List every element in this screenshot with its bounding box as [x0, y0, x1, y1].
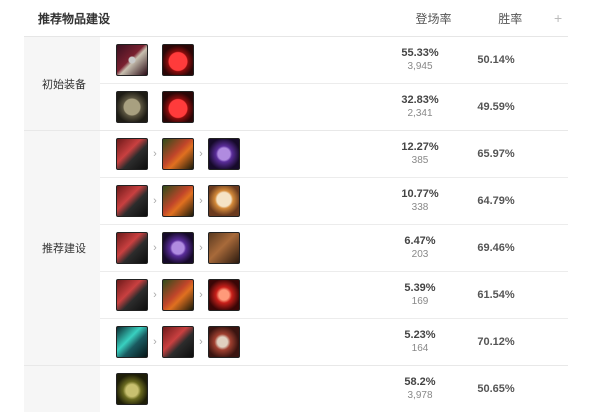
black-cleaver-icon[interactable] [116, 185, 148, 217]
boots-icon[interactable] [116, 373, 148, 405]
chevron-right-icon: › [199, 336, 203, 348]
build-row[interactable]: › › 5.39% 169 61.54% [100, 272, 568, 319]
pick-rate: 5.23% [404, 329, 436, 341]
section-label: 初始装备 [24, 37, 100, 130]
game-count: 3,978 [407, 390, 433, 401]
pick-rate: 5.39% [404, 282, 436, 294]
build-row[interactable]: 58.2% 3,978 50.65% [100, 366, 568, 412]
panel-title: 推荐物品建设 [38, 11, 111, 26]
chevron-right-icon: › [199, 148, 203, 160]
game-count: 2,341 [407, 108, 433, 119]
chevron-right-icon: › [199, 195, 203, 207]
win-rate: 69.46% [477, 242, 515, 254]
win-rate: 61.54% [477, 289, 515, 301]
black-cleaver-icon[interactable] [162, 326, 194, 358]
build-row[interactable]: › › 6.47% 203 69.46% [100, 225, 568, 272]
armor-item-icon[interactable] [208, 138, 240, 170]
chevron-right-icon: › [153, 242, 157, 254]
build-row[interactable]: 32.83% 2,341 49.59% [100, 84, 568, 130]
table-header: 推荐物品建设 登场率 胜率 + [24, 0, 568, 37]
game-count: 3,945 [407, 61, 433, 72]
item-build-panel: 推荐物品建设 登场率 胜率 + 初始装备 55.33% 3,945 50.14% [24, 0, 568, 412]
win-rate: 50.65% [477, 383, 515, 395]
game-count: 385 [411, 155, 429, 166]
health-potion-icon[interactable] [162, 91, 194, 123]
guardian-angel-icon[interactable] [208, 185, 240, 217]
pick-rate-header[interactable]: 登场率 [395, 10, 473, 27]
win-rate: 64.79% [477, 195, 515, 207]
pick-rate: 10.77% [401, 188, 439, 200]
armor-item-icon[interactable] [162, 232, 194, 264]
game-count: 169 [411, 296, 429, 307]
dorans-shield-icon[interactable] [116, 91, 148, 123]
game-count: 164 [411, 343, 429, 354]
black-cleaver-icon[interactable] [116, 279, 148, 311]
win-rate: 50.14% [477, 54, 515, 66]
build-row[interactable]: › › 5.23% 164 70.12% [100, 319, 568, 365]
game-count: 203 [411, 249, 429, 260]
section-label [24, 366, 100, 412]
blood-item-icon[interactable] [208, 279, 240, 311]
chevron-right-icon: › [153, 336, 157, 348]
section-recommended-build: 推荐建设 › › 12.27% 385 65.97% › › 10.77% 33… [24, 131, 568, 366]
health-potion-icon[interactable] [162, 44, 194, 76]
sterak-axe-icon[interactable] [162, 279, 194, 311]
win-rate: 70.12% [477, 336, 515, 348]
chevron-right-icon: › [199, 242, 203, 254]
win-rate: 65.97% [477, 148, 515, 160]
chevron-right-icon: › [153, 289, 157, 301]
black-cleaver-icon[interactable] [116, 138, 148, 170]
build-row[interactable]: 55.33% 3,945 50.14% [100, 37, 568, 84]
pick-rate: 32.83% [401, 94, 439, 106]
sterak-gauntlet-icon[interactable] [208, 232, 240, 264]
long-sword-icon[interactable] [116, 44, 148, 76]
win-rate: 49.59% [477, 101, 515, 113]
build-row[interactable]: › › 10.77% 338 64.79% [100, 178, 568, 225]
sterak-axe-icon[interactable] [162, 138, 194, 170]
cyan-blade-icon[interactable] [116, 326, 148, 358]
build-row[interactable]: › › 12.27% 385 65.97% [100, 131, 568, 178]
black-cleaver-icon[interactable] [116, 232, 148, 264]
plus-icon[interactable]: + [548, 8, 568, 28]
section-starting-items: 初始装备 55.33% 3,945 50.14% 32.83% 2,341 49.5 [24, 37, 568, 131]
section-boots: 58.2% 3,978 50.65% [24, 366, 568, 412]
chevron-right-icon: › [153, 195, 157, 207]
chevron-right-icon: › [153, 148, 157, 160]
pick-rate: 12.27% [401, 141, 439, 153]
chevron-right-icon: › [199, 289, 203, 301]
pick-rate: 55.33% [401, 47, 439, 59]
pick-rate: 58.2% [404, 376, 436, 388]
claw-item-icon[interactable] [208, 326, 240, 358]
win-rate-header[interactable]: 胜率 [472, 10, 548, 27]
section-label: 推荐建设 [24, 131, 100, 365]
pick-rate: 6.47% [404, 235, 436, 247]
game-count: 338 [411, 202, 429, 213]
sterak-axe-icon[interactable] [162, 185, 194, 217]
